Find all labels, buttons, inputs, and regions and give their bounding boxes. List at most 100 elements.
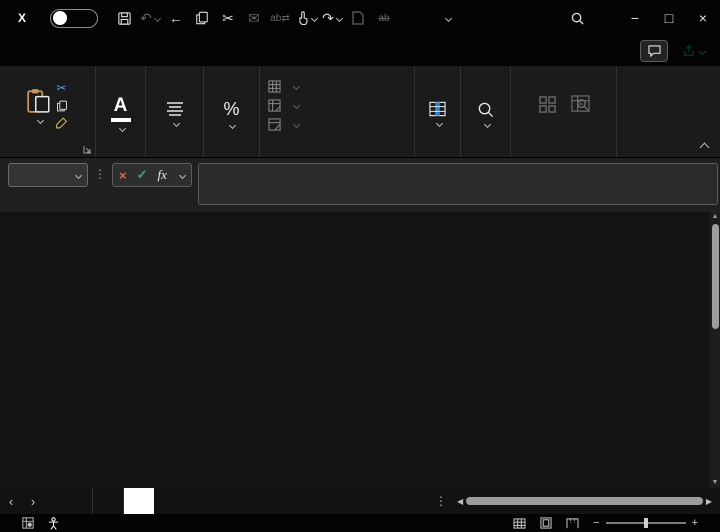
horizontal-scrollbar-thumb[interactable] [466,497,703,505]
cancel-icon[interactable]: × [119,168,127,183]
scroll-right-icon[interactable]: ▶ [706,497,712,506]
ribbon: ✂ [0,66,720,158]
tab-power-pivot[interactable] [230,45,250,57]
zoom-out-icon[interactable]: − [593,517,599,529]
copy-icon[interactable] [56,100,68,112]
tab-view[interactable] [170,45,190,57]
number-button[interactable]: % [223,99,239,128]
formula-bar: ⋮ × ✓ fx [0,158,720,212]
accessibility-status[interactable] [48,517,64,530]
strikethrough-icon: ab [372,6,396,30]
scroll-left-icon[interactable]: ◀ [457,497,463,506]
close-button[interactable]: × [686,3,720,33]
replace-icon: ab⇄ [268,6,292,30]
conditional-formatting-icon [268,80,281,93]
zoom-in-icon[interactable]: + [692,517,698,529]
tab-developer[interactable] [190,45,210,57]
excel-logo-icon[interactable]: X [12,8,32,28]
tab-draw[interactable] [70,45,90,57]
tab-formulas[interactable] [110,45,130,57]
paste-button[interactable] [27,88,51,123]
formula-input[interactable] [198,163,718,205]
percent-icon: % [223,99,239,119]
comments-button[interactable] [640,40,668,62]
scroll-down-icon[interactable]: ▼ [712,478,719,488]
back-arrow-icon[interactable]: ← [164,6,188,30]
formula-buttons: × ✓ fx [112,163,192,187]
enter-icon[interactable]: ✓ [137,167,148,183]
editing-icon [477,101,494,118]
sheetbar-options-icon[interactable]: ⋮ [425,494,457,508]
alignment-button[interactable] [166,101,184,126]
new-document-icon [346,6,370,30]
analyze-data-button [571,95,590,115]
page-break-view-icon[interactable] [566,518,579,529]
ribbon-tab-bar [0,36,720,66]
quick-access-toolbar: ↶ ← ✂ ✉ ab⇄ ↷ ab [112,6,422,30]
clipboard-dialog-launcher-icon[interactable] [83,145,92,154]
analyze-data-icon [571,95,590,114]
font-icon: A [114,96,128,116]
zoom-control: − + [593,517,698,529]
save-icon[interactable] [112,6,136,30]
document-title[interactable] [436,16,451,21]
cell-styles-button[interactable] [268,118,299,131]
minimize-button[interactable]: − [618,3,652,33]
ribbon-filler [617,66,720,157]
normal-view-icon[interactable] [513,518,526,529]
undo-icon[interactable]: ↶ [138,6,162,30]
sheet-tab-bar: ‹ › ⋮ ◀ ▶ [0,488,720,514]
tab-review[interactable] [150,45,170,57]
cells-button[interactable] [429,101,446,126]
tab-data[interactable] [130,45,150,57]
collapse-ribbon-icon[interactable] [700,143,710,153]
clipboard-group: ✂ [0,66,96,157]
addins-icon [538,95,557,114]
editing-button[interactable] [477,101,494,127]
sheet-tab-sheet3[interactable] [124,488,154,514]
macro-record-icon[interactable] [22,517,34,529]
toggle-knob [53,11,67,25]
redo-icon[interactable]: ↷ [320,6,344,30]
insert-function-icon[interactable]: fx [158,167,167,183]
sheet-tab-sheet2[interactable] [93,488,124,514]
touch-mode-icon[interactable] [294,6,318,30]
formula-bar-divider: ⋮ [94,167,106,181]
paste-icon [27,88,51,114]
format-painter-icon[interactable] [55,117,68,129]
sheet-nav-left-icon[interactable]: ‹ [0,494,22,509]
copy-icon[interactable] [190,6,214,30]
zoom-slider[interactable] [606,522,686,524]
name-box[interactable] [8,163,88,187]
tab-home[interactable] [50,45,70,57]
tab-page-layout[interactable] [90,45,110,57]
autosave-toggle[interactable] [50,9,98,28]
qat-overflow-icon[interactable] [398,6,422,30]
horizontal-scrollbar[interactable]: ◀ ▶ [457,494,712,508]
search-icon[interactable] [560,3,594,33]
share-button[interactable] [674,40,712,62]
format-as-table-button[interactable] [268,99,299,112]
conditional-formatting-button[interactable] [268,80,299,93]
styles-group-label [260,140,414,157]
clipboard-group-label [0,140,95,157]
scroll-up-icon[interactable]: ▲ [712,212,719,222]
font-underline-bar [111,118,131,122]
tab-file[interactable] [10,45,30,57]
page-layout-view-icon[interactable] [540,517,552,529]
cut-icon[interactable]: ✂ [56,81,66,95]
vertical-scrollbar-thumb[interactable] [712,224,719,329]
tab-help[interactable] [210,45,230,57]
cut-icon[interactable]: ✂ [216,6,240,30]
zoom-slider-thumb[interactable] [644,518,648,528]
editing-group [461,66,511,157]
sheet-tab-sheet1[interactable] [62,488,93,514]
font-button[interactable]: A [111,96,131,131]
cells-icon [429,101,446,117]
addins-group [511,66,617,157]
sheet-nav-right-icon[interactable]: › [22,494,44,509]
addins-button [538,95,557,116]
maximize-button[interactable]: □ [652,3,686,33]
vertical-scrollbar[interactable]: ▲ ▼ [710,212,720,488]
tab-insert[interactable] [30,45,50,57]
